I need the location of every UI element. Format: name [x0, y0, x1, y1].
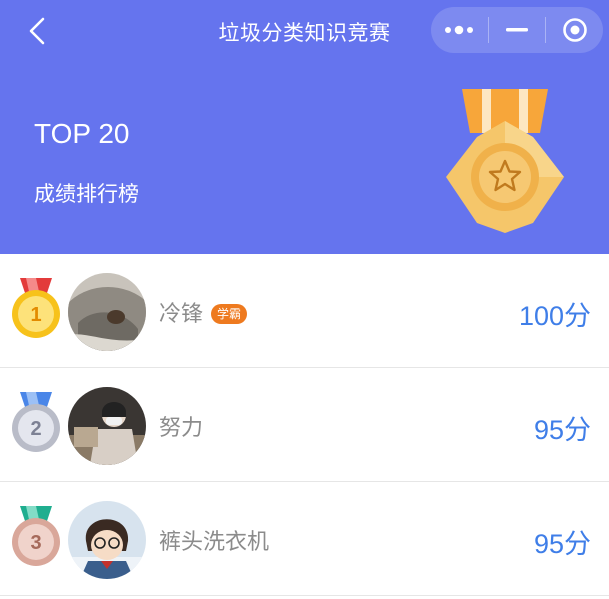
- leaderboard-row[interactable]: 1 冷锋 学霸 100分: [0, 254, 609, 368]
- player-name-text: 冷锋: [159, 302, 204, 327]
- banner-heading: TOP 20: [34, 118, 130, 149]
- player-name: 冷锋 学霸: [159, 296, 248, 328]
- medal-rank-label: 2: [30, 418, 41, 440]
- leaderboard-list: 1 冷锋 学霸 100分 2 努力 95分 3 裤头洗衣机 95分: [0, 254, 609, 596]
- bronze-medal-icon: 3: [12, 506, 60, 566]
- avatar[interactable]: [68, 501, 146, 579]
- medal-rank-label: 3: [30, 532, 41, 554]
- silver-medal-icon: 2: [12, 392, 60, 452]
- player-score: 95分: [533, 415, 591, 445]
- header-banner: 垃圾分类知识竞赛 TOP 20 成绩排行榜: [0, 0, 609, 254]
- more-dots-icon: [445, 25, 474, 35]
- minimize-button[interactable]: [489, 7, 546, 53]
- leaderboard-row[interactable]: 2 努力 95分: [0, 368, 609, 482]
- minus-icon: [506, 28, 528, 32]
- player-name: 裤头洗衣机: [159, 524, 269, 556]
- player-score: 95分: [533, 529, 591, 559]
- medal-star-icon: [446, 89, 564, 233]
- avatar-image: [68, 387, 146, 465]
- more-button[interactable]: [431, 7, 488, 53]
- player-score: 100分: [518, 301, 591, 331]
- miniprogram-capsule: [431, 7, 603, 53]
- close-button[interactable]: [546, 7, 603, 53]
- target-close-icon: [562, 18, 587, 42]
- gold-medal-icon: 1: [12, 278, 60, 338]
- avatar[interactable]: [68, 273, 146, 351]
- avatar-image: [68, 273, 146, 351]
- player-name-text: 裤头洗衣机: [159, 530, 270, 555]
- player-name-text: 努力: [159, 416, 204, 441]
- avatar-image: [68, 501, 146, 579]
- leaderboard-row[interactable]: 3 裤头洗衣机 95分: [0, 482, 609, 596]
- medal-rank-label: 1: [30, 304, 41, 326]
- player-name: 努力: [159, 410, 203, 442]
- banner-subheading: 成绩排行榜: [34, 182, 139, 206]
- top-student-badge: 学霸: [211, 304, 248, 324]
- avatar[interactable]: [68, 387, 146, 465]
